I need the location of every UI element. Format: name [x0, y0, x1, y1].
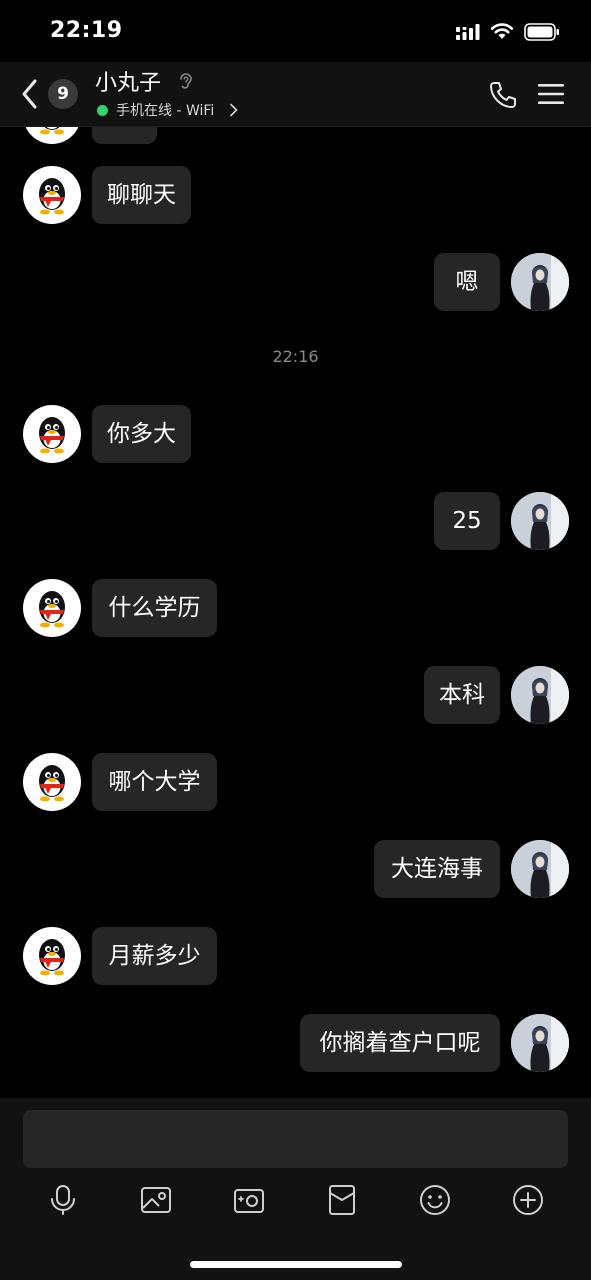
plus-icon[interactable]: [512, 1184, 544, 1216]
peer-avatar[interactable]: [23, 927, 81, 985]
peer-avatar[interactable]: [23, 753, 81, 811]
battery-icon: [524, 23, 559, 41]
image-icon[interactable]: [140, 1184, 172, 1216]
anime-avatar-icon: [511, 840, 569, 898]
menu-icon[interactable]: [538, 83, 564, 105]
self-avatar[interactable]: [511, 253, 569, 311]
anime-avatar-icon: [511, 253, 569, 311]
ear-icon[interactable]: [178, 71, 194, 91]
status-time: 22:19: [50, 18, 123, 43]
composer-panel: [0, 1098, 591, 1280]
message-bubble-self[interactable]: 嗯: [434, 253, 500, 311]
message-bubble-peer[interactable]: 什么学历: [92, 579, 217, 637]
penguin-avatar-icon: [39, 591, 65, 628]
peer-avatar[interactable]: [23, 405, 81, 463]
camera-icon[interactable]: [233, 1184, 265, 1216]
message-bubble-peer[interactable]: 聊聊天: [92, 166, 191, 224]
anime-avatar-icon: [511, 492, 569, 550]
anime-avatar-icon: [511, 1014, 569, 1072]
wifi-icon: [490, 23, 514, 39]
message-bubble-self[interactable]: 大连海事: [374, 840, 500, 898]
phone-call-icon[interactable]: [488, 80, 518, 110]
timestamp: 22:16: [272, 347, 319, 366]
penguin-avatar-icon: [39, 939, 65, 976]
message-bubble-self[interactable]: 本科: [424, 666, 500, 724]
message-bubble-self[interactable]: 25: [434, 492, 500, 550]
self-avatar[interactable]: [511, 1014, 569, 1072]
self-avatar[interactable]: [511, 840, 569, 898]
message-bubble-self[interactable]: 你搁着查户口呢: [300, 1014, 500, 1072]
penguin-avatar-icon: [39, 178, 65, 215]
status-bar: 22:19: [0, 0, 591, 62]
message-bubble-peer[interactable]: 哪个大学: [92, 753, 217, 811]
anime-avatar-icon: [511, 666, 569, 724]
home-indicator[interactable]: [190, 1261, 402, 1268]
online-status-dot: [97, 105, 108, 116]
peer-avatar[interactable]: [23, 166, 81, 224]
self-avatar[interactable]: [511, 492, 569, 550]
chat-header: 9 小丸子 手机在线 - WiFi: [0, 62, 591, 127]
message-bubble-peer[interactable]: [92, 127, 157, 144]
message-bubble-peer[interactable]: 你多大: [92, 405, 191, 463]
emoji-icon[interactable]: [419, 1184, 451, 1216]
microphone-icon[interactable]: [47, 1184, 79, 1216]
red-packet-icon[interactable]: [326, 1184, 358, 1216]
peer-avatar[interactable]: [23, 127, 81, 144]
self-avatar[interactable]: [511, 666, 569, 724]
message-bubble-peer[interactable]: 月薪多少: [92, 927, 217, 985]
unread-count-badge[interactable]: 9: [48, 79, 78, 109]
penguin-avatar-icon: [39, 765, 65, 802]
penguin-avatar-icon: [39, 417, 65, 454]
chevron-right-icon[interactable]: [229, 103, 239, 117]
peer-avatar[interactable]: [23, 579, 81, 637]
cellular-signal-icon: [456, 24, 480, 40]
contact-name[interactable]: 小丸子: [95, 65, 161, 97]
presence-text[interactable]: 手机在线 - WiFi: [116, 100, 214, 120]
penguin-avatar-icon: [40, 127, 64, 135]
message-input[interactable]: [23, 1110, 568, 1168]
message-list[interactable]: 聊聊天 嗯 22:16 你多大 25 什么学历 本科 哪个大学 大连海事 月薪多…: [0, 127, 591, 1097]
back-chevron-icon[interactable]: [20, 78, 40, 110]
